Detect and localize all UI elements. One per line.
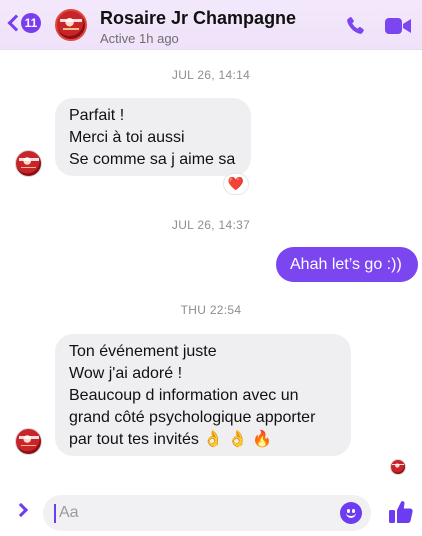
message-line: Merci à toi aussi [69, 129, 185, 146]
message-placeholder: Aa [59, 504, 79, 521]
thumbs-up-icon[interactable] [388, 499, 414, 525]
message-line: Wow j'ai adoré ! [69, 365, 183, 382]
message-line: Beaucoup d information avec un [69, 387, 299, 404]
expand-chevron-icon[interactable] [13, 502, 29, 518]
text-caret [54, 504, 56, 523]
back-button[interactable]: 11 [7, 13, 41, 33]
timestamp: JUL 26, 14:14 [171, 68, 251, 82]
heart-reaction[interactable]: ❤️ [223, 173, 249, 195]
contact-status: Active 1h ago [100, 31, 179, 46]
contact-name[interactable]: Rosaire Jr Champagne [100, 8, 296, 29]
read-receipt-avatar [390, 459, 406, 475]
message-bubble-incoming[interactable]: Parfait ! Merci à toi aussi Se comme sa … [55, 98, 251, 176]
message-input[interactable]: Aa [43, 495, 371, 531]
message-line: grand côté psychologique apporter [69, 409, 316, 426]
timestamp: THU 22:54 [180, 303, 242, 317]
message-line: Se comme sa j aime sa [69, 151, 236, 168]
message-line: Parfait ! [69, 107, 125, 124]
video-camera-icon[interactable] [384, 16, 412, 36]
phone-icon[interactable] [344, 15, 366, 37]
sender-avatar[interactable] [15, 150, 42, 177]
message-line: Ahah let’s go :)) [290, 256, 402, 273]
message-line: par tout tes invités 👌 👌 🔥 [69, 431, 272, 448]
message-bubble-incoming[interactable]: Ton événement juste Wow j'ai adoré ! Bea… [55, 334, 351, 456]
message-line: Ton événement juste [69, 343, 217, 360]
message-bubble-outgoing[interactable]: Ahah let’s go :)) [276, 247, 418, 282]
chat-header: 11 Rosaire Jr Champagne Active 1h ago [0, 0, 422, 50]
sender-avatar[interactable] [15, 428, 42, 455]
timestamp: JUL 26, 14:37 [171, 218, 251, 232]
contact-avatar[interactable] [55, 9, 87, 41]
emoji-icon[interactable] [340, 502, 362, 524]
